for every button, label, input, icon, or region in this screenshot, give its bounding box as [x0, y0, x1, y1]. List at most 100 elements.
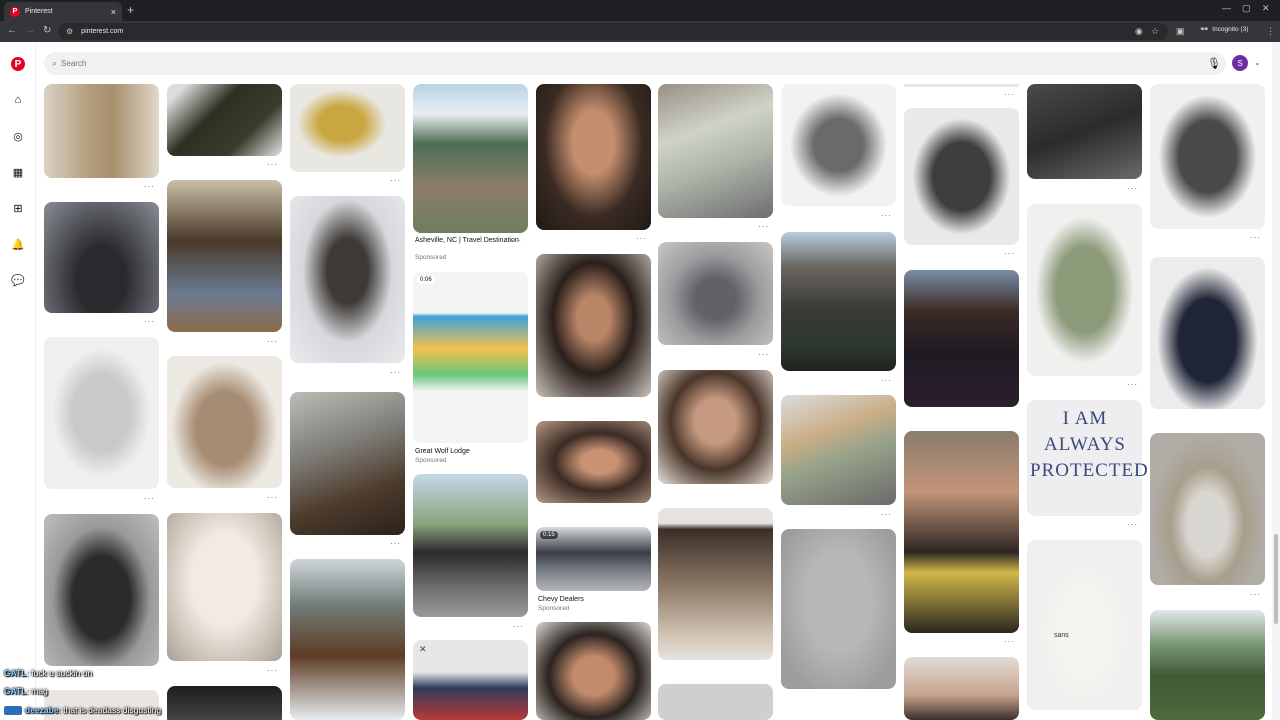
pin-more-icon[interactable]: ···	[1023, 380, 1138, 389]
pin-more-icon[interactable]: ···	[40, 494, 155, 503]
pin-more-icon[interactable]: ···	[654, 222, 769, 231]
pin-waterfall-house[interactable]	[1150, 610, 1265, 720]
chat-username: deezabe	[25, 705, 59, 715]
pin-tan-jacket[interactable]	[44, 84, 159, 178]
pin-man-portrait[interactable]	[904, 270, 1019, 407]
back-icon[interactable]: ←	[7, 25, 17, 36]
close-icon[interactable]: ✕	[419, 644, 427, 655]
pinterest-logo-icon[interactable]: P	[11, 57, 25, 71]
pin-mirror-selfie[interactable]	[167, 180, 282, 332]
pin-grey-tshirt[interactable]	[904, 108, 1019, 245]
pin-partial[interactable]	[167, 686, 282, 720]
pin-green-porsche[interactable]	[781, 395, 896, 505]
pin-portrait-woman[interactable]	[536, 622, 651, 720]
pin-color-palette[interactable]	[658, 508, 773, 660]
pin-le-labo-perfume[interactable]	[290, 392, 405, 535]
page-scrollbar[interactable]	[1272, 42, 1280, 720]
new-tab-button[interactable]: +	[127, 3, 134, 17]
pin-more-icon[interactable]: ···	[654, 350, 769, 359]
pin-more-icon[interactable]: ···	[286, 539, 401, 548]
pin-more-icon[interactable]: ···	[40, 182, 155, 191]
pin-portrait-woman[interactable]	[904, 657, 1019, 720]
pin-more-icon[interactable]: ···	[409, 236, 522, 245]
pin-portrait-woman[interactable]	[658, 370, 773, 484]
pin-beige-sweater[interactable]	[167, 356, 282, 488]
pin-long-sleeve-shirt[interactable]	[1150, 84, 1265, 229]
pin-portrait-woman[interactable]	[536, 84, 651, 230]
pin-modern-garage[interactable]	[781, 232, 896, 371]
scrollbar-thumb[interactable]	[1274, 534, 1278, 624]
pin-grey-sweater[interactable]	[781, 84, 896, 206]
pin-asheville-city[interactable]	[413, 84, 528, 233]
browser-toolbar: ← → ↻ ⚙ pinterest.com ◉ ☆ ▣ 🕶 Incognito …	[0, 21, 1280, 42]
pin-grey-porsche[interactable]	[658, 242, 773, 345]
pin-white-dog[interactable]	[167, 513, 282, 661]
pin-more-icon[interactable]: ···	[409, 622, 524, 631]
pin-snowy-cabin[interactable]	[290, 559, 405, 720]
pin-chevy-car[interactable]: 0:15	[536, 527, 651, 591]
pin-more-icon[interactable]: ···	[777, 211, 892, 220]
microphone-icon[interactable]: 🎙	[1207, 57, 1221, 70]
pin-portrait-woman[interactable]	[536, 421, 651, 503]
maximize-icon[interactable]: ▢	[1242, 3, 1251, 14]
pin-flatlay-outfit[interactable]	[1027, 84, 1142, 179]
reload-icon[interactable]: ↻	[43, 25, 51, 36]
pin-more-icon[interactable]: ···	[1023, 184, 1138, 193]
pin-woman-selfie[interactable]	[904, 431, 1019, 633]
pin-grey-sweatshirt[interactable]	[44, 337, 159, 489]
pin-green-trousers[interactable]	[1027, 204, 1142, 376]
pin-black-hoodie[interactable]	[44, 514, 159, 666]
pin-more-icon[interactable]: ···	[900, 90, 1015, 99]
pin-convertible-car[interactable]	[658, 84, 773, 218]
pin-white-corvette[interactable]	[1150, 433, 1265, 585]
bookmark-star-icon[interactable]: ☆	[1151, 26, 1159, 37]
pin-great-wolf-video[interactable]: 0:06	[413, 272, 528, 443]
browser-menu-icon[interactable]: ⋮	[1266, 26, 1275, 37]
tracking-eye-off-icon[interactable]: ◉	[1135, 26, 1143, 37]
search-input[interactable]	[61, 59, 1162, 68]
pin-more-icon[interactable]: ···	[1146, 590, 1261, 599]
avatar[interactable]: S	[1232, 55, 1248, 71]
incognito-indicator[interactable]: 🕶 Incognito (3)	[1200, 25, 1248, 34]
site-info-icon[interactable]: ⚙	[66, 27, 73, 36]
pin-more-icon[interactable]: ···	[777, 376, 892, 385]
pin-title[interactable]: Great Wolf Lodge	[415, 448, 530, 457]
minimize-icon[interactable]: —	[1222, 3, 1231, 13]
pin-navy-polo[interactable]	[1150, 257, 1265, 409]
pin-modern-black-house[interactable]	[413, 474, 528, 617]
address-bar[interactable]: ⚙ pinterest.com	[58, 23, 1168, 40]
pin-more-icon[interactable]: ···	[1023, 520, 1138, 529]
pin-track-jacket-ad[interactable]: ✕	[413, 640, 528, 720]
pin-portrait-woman[interactable]	[536, 254, 651, 397]
pin-more-icon[interactable]: ···	[40, 317, 155, 326]
pin-more-icon[interactable]: ···	[163, 666, 278, 675]
pin-gold-watch[interactable]	[290, 84, 405, 172]
pin-dark-jacket[interactable]	[167, 84, 282, 156]
window-close-icon[interactable]: ✕	[1262, 3, 1270, 14]
chevron-down-icon[interactable]: ⌄	[1254, 58, 1261, 67]
quote-text: I AM ALWAYS PROTECTED	[1030, 408, 1149, 481]
pin-more-icon[interactable]: ···	[286, 176, 401, 185]
pin-grey-sweatpants[interactable]	[781, 529, 896, 689]
close-tab-icon[interactable]: ×	[111, 7, 116, 17]
chat-message: GATL: fuck u suckin on	[4, 668, 92, 678]
pin-more-icon[interactable]: ···	[532, 234, 647, 243]
pin-more-icon[interactable]: ···	[900, 637, 1015, 646]
pin-man-jacket-outfit[interactable]	[290, 196, 405, 363]
pin-sans-hair-wash[interactable]	[1027, 540, 1142, 710]
pin-more-icon[interactable]: ···	[777, 510, 892, 519]
pin-title[interactable]: Chevy Dealers	[538, 596, 653, 605]
browser-tab[interactable]: P Pinterest ×	[4, 2, 122, 21]
pin-more-icon[interactable]: ···	[163, 337, 278, 346]
pin-partial[interactable]	[658, 684, 773, 720]
pin-partial[interactable]	[904, 84, 1019, 87]
pin-black-sports-car[interactable]	[44, 202, 159, 313]
forward-icon[interactable]: →	[25, 25, 35, 36]
pin-more-icon[interactable]: ···	[286, 368, 401, 377]
pin-more-icon[interactable]: ···	[163, 493, 278, 502]
pin-more-icon[interactable]: ···	[900, 249, 1015, 258]
sidepanel-icon[interactable]: ▣	[1176, 26, 1185, 37]
pin-more-icon[interactable]: ···	[1146, 233, 1261, 242]
pin-more-icon[interactable]: ···	[163, 160, 278, 169]
search-bar[interactable]: ⌕	[44, 52, 1226, 75]
